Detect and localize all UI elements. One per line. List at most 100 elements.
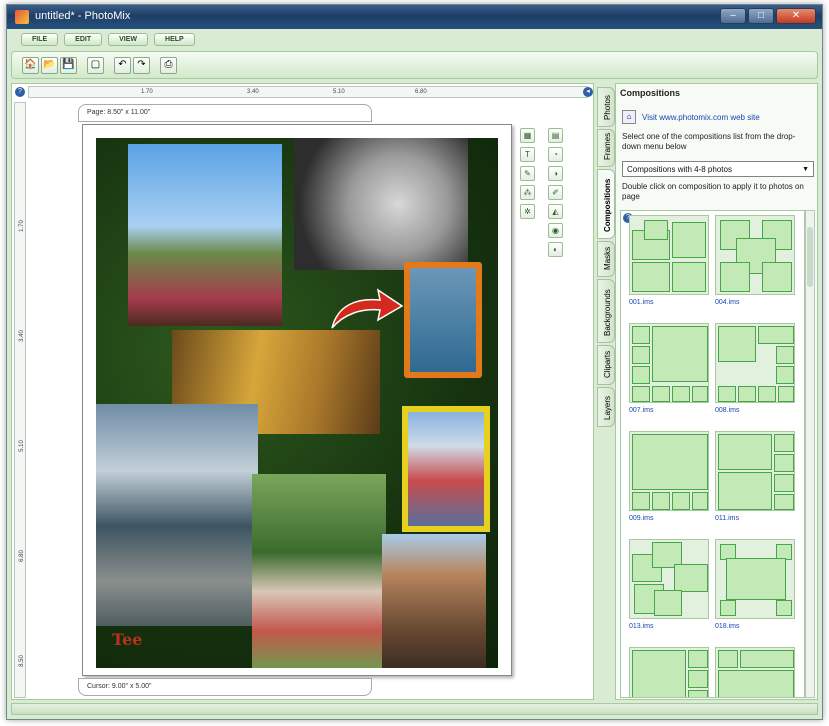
- composition-thumbnail: [715, 323, 795, 403]
- ruler-tick: 6.80: [18, 550, 25, 562]
- print-icon[interactable]: ⎙: [160, 56, 177, 74]
- composition-item[interactable]: 007.ims: [627, 323, 715, 431]
- hint-text: Double click on composition to apply it …: [622, 182, 804, 201]
- photo-statue[interactable]: [128, 144, 282, 326]
- menu-view[interactable]: VIEW: [108, 33, 149, 46]
- composition-name: 013.ims: [629, 623, 654, 630]
- composition-item[interactable]: 013.ims: [627, 539, 715, 647]
- composition-thumbnail: [629, 647, 709, 697]
- effects-tool-icon[interactable]: ✲: [520, 204, 535, 219]
- arrange-icon-4[interactable]: ✐: [548, 185, 563, 200]
- app-window: untitled* - PhotoMix – □ ✕ FILE EDIT VIE…: [6, 4, 823, 720]
- arrange-icon-6[interactable]: ◉: [548, 223, 563, 238]
- photo-children-framed[interactable]: [402, 406, 490, 532]
- composition-name: 004.ims: [715, 299, 740, 306]
- compositions-panel: Compositions ⌂ Visit www.photomix.com we…: [615, 83, 818, 700]
- help-icon[interactable]: ?: [15, 87, 25, 97]
- ruler-end-icon[interactable]: ◂: [583, 87, 593, 97]
- vertical-ruler: 1.70 3.40 5.10 6.80 8.50: [14, 102, 26, 698]
- menu-help[interactable]: HELP: [154, 33, 195, 46]
- tab-compositions[interactable]: Compositions: [597, 169, 615, 239]
- text-tool-icon[interactable]: T: [520, 147, 535, 162]
- compositions-grid: ? 001.ims 004.ims 007.ims 008.ims 009.im…: [620, 210, 805, 698]
- page-size-label: Page: 8.50" x 11.00": [78, 104, 372, 122]
- composition-name: 008.ims: [715, 407, 740, 414]
- composition-name: 001.ims: [629, 299, 654, 306]
- page-icon[interactable]: ▢: [87, 56, 104, 74]
- tab-layers[interactable]: Layers: [597, 387, 615, 427]
- open-icon[interactable]: 📂: [41, 56, 58, 74]
- redo-icon[interactable]: ↷: [133, 56, 150, 74]
- arrange-icon-7[interactable]: ◐: [548, 242, 563, 257]
- arrange-icon-5[interactable]: ◭: [548, 204, 563, 219]
- tab-photos[interactable]: Photos: [597, 87, 615, 127]
- web-icon[interactable]: ⌂: [622, 110, 636, 124]
- composition-item[interactable]: [627, 647, 715, 697]
- maximize-button[interactable]: □: [748, 8, 774, 24]
- composition-name: 009.ims: [629, 515, 654, 522]
- composition-thumbnail: [715, 215, 795, 295]
- composition-name: 011.ims: [715, 515, 739, 522]
- photo-swimmer-framed[interactable]: [404, 262, 482, 378]
- undo-icon[interactable]: ↶: [114, 56, 131, 74]
- website-link[interactable]: Visit www.photomix.com web site: [642, 113, 760, 122]
- collage-text[interactable]: Tee: [112, 630, 142, 649]
- shape-tool-icon[interactable]: ⁂: [520, 185, 535, 200]
- ruler-tick: 1.70: [18, 220, 25, 232]
- panel-scrollbar[interactable]: [805, 210, 815, 698]
- composition-item[interactable]: 001.ims: [627, 215, 715, 323]
- composition-item[interactable]: 009.ims: [627, 431, 715, 539]
- menu-edit[interactable]: EDIT: [64, 33, 103, 46]
- edit-tools: ▦ T ✎ ⁂ ✲: [520, 128, 536, 219]
- composition-thumbnail: [715, 431, 795, 511]
- composition-thumbnail: [715, 647, 795, 697]
- composition-thumbnail: [715, 539, 795, 619]
- ruler-tick: 8.50: [18, 655, 25, 667]
- titlebar[interactable]: untitled* - PhotoMix – □ ✕: [7, 5, 822, 29]
- cursor-position-label: Cursor: 9.00" x 5.00": [78, 678, 372, 696]
- tab-frames[interactable]: Frames: [597, 129, 615, 167]
- photo-girl-portrait[interactable]: [294, 138, 468, 270]
- close-button[interactable]: ✕: [776, 8, 816, 24]
- horizontal-ruler: 1.70 3.40 5.10 6.80: [28, 86, 588, 98]
- scroll-thumb[interactable]: [807, 227, 813, 287]
- arrange-icon-1[interactable]: ▤: [548, 128, 563, 143]
- composition-thumbnail: [629, 539, 709, 619]
- tab-masks[interactable]: Masks: [597, 241, 615, 277]
- ruler-tick: 5.10: [333, 89, 345, 95]
- composition-name: 007.ims: [629, 407, 654, 414]
- composition-thumbnail: [629, 431, 709, 511]
- save-icon[interactable]: 💾: [60, 56, 77, 74]
- composition-thumbnail: [629, 215, 709, 295]
- ruler-tick: 1.70: [141, 89, 153, 95]
- minimize-button[interactable]: –: [720, 8, 746, 24]
- arrange-icon-3[interactable]: ◑: [548, 166, 563, 181]
- tab-cliparts[interactable]: Cliparts: [597, 345, 615, 385]
- composition-item[interactable]: 008.ims: [713, 323, 801, 431]
- new-icon[interactable]: 🏠: [22, 56, 39, 74]
- panel-tabs: Photos Frames Compositions Masks Backgro…: [595, 83, 617, 443]
- menubar: FILE EDIT VIEW HELP: [11, 33, 818, 47]
- photo-seaside[interactable]: [96, 404, 258, 626]
- instruction-text: Select one of the compositions list from…: [622, 132, 796, 151]
- composition-name: 018.ims: [715, 623, 740, 630]
- arrange-icon-2[interactable]: ◔: [548, 147, 563, 162]
- app-icon: [15, 10, 29, 24]
- compositions-dropdown[interactable]: Compositions with 4-8 photos ▼: [622, 161, 814, 177]
- collage[interactable]: Tee: [96, 138, 498, 668]
- composition-item[interactable]: 018.ims: [713, 539, 801, 647]
- canvas-area[interactable]: ? 1.70 3.40 5.10 6.80 ◂ 1.70 3.40 5.10 6…: [11, 83, 594, 700]
- composition-thumbnail: [629, 323, 709, 403]
- image-tool-icon[interactable]: ▦: [520, 128, 535, 143]
- red-arrow-icon[interactable]: [328, 286, 404, 332]
- composition-item[interactable]: 011.ims: [713, 431, 801, 539]
- arrange-tools: ▤ ◔ ◑ ✐ ◭ ◉ ◐: [548, 128, 564, 257]
- tab-backgrounds[interactable]: Backgrounds: [597, 279, 615, 343]
- composition-item[interactable]: 004.ims: [713, 215, 801, 323]
- photo-street[interactable]: [382, 534, 486, 668]
- ruler-tick: 6.80: [415, 89, 427, 95]
- photo-garden[interactable]: [252, 474, 386, 668]
- composition-item[interactable]: [713, 647, 801, 697]
- brush-tool-icon[interactable]: ✎: [520, 166, 535, 181]
- menu-file[interactable]: FILE: [21, 33, 59, 46]
